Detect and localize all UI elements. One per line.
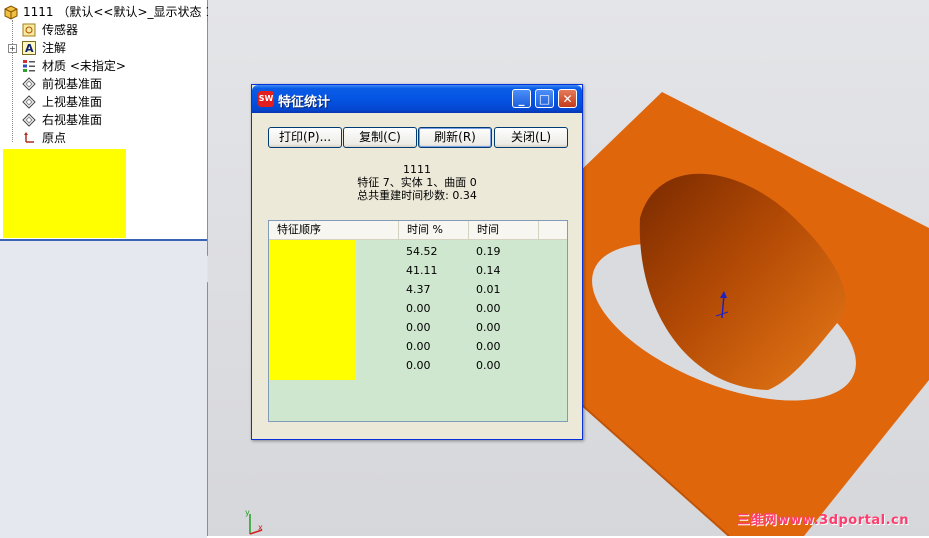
time-cell: 0.01 [476, 283, 501, 296]
svg-text:y: y [245, 508, 250, 517]
solidworks-logo-icon: SW [258, 91, 274, 107]
material-icon [22, 59, 36, 73]
maximize-icon: □ [538, 92, 551, 106]
time-percent-cell: 0.00 [406, 340, 431, 353]
close-button[interactable]: 关闭(L) [494, 127, 568, 148]
time-cell: 0.00 [476, 359, 501, 372]
maximize-button[interactable]: □ [535, 89, 554, 108]
time-cell: 0.00 [476, 302, 501, 315]
time-percent-cell: 0.00 [406, 321, 431, 334]
tree-item-label: 注解 [42, 41, 67, 55]
tree-root-label: 1111 （默认<<默认>_显示状态 1>） [23, 5, 236, 19]
annotations-expand-toggle[interactable]: + [8, 44, 17, 53]
tree-item-label: 右视基准面 [42, 113, 103, 127]
column-header-time[interactable]: 时间 [469, 221, 539, 239]
site-watermark: 三维网www.3dportal.cn [736, 513, 909, 528]
list-header: 特征顺序 时间 % 时间 [269, 221, 567, 240]
time-cell: 0.00 [476, 321, 501, 334]
annotation-icon: A [22, 41, 36, 55]
time-percent-cell: 0.00 [406, 359, 431, 372]
time-percent-cell: 0.00 [406, 302, 431, 315]
time-percent-cell: 4.37 [406, 283, 431, 296]
svg-text:A: A [25, 42, 34, 55]
view-triad-icon: x y [245, 508, 263, 535]
plane-icon [22, 95, 36, 109]
tree-item-label: 原点 [42, 131, 67, 145]
tree-connector-line [12, 20, 13, 142]
close-window-button[interactable]: ✕ [558, 89, 577, 108]
plane-icon [22, 113, 36, 127]
summary-text: 特征 7、实体 1、曲面 0 [357, 176, 477, 189]
time-percent-cell: 41.11 [406, 264, 438, 277]
part-name-text: 1111 [403, 163, 431, 176]
sensor-icon [22, 23, 36, 37]
time-cell: 0.14 [476, 264, 501, 277]
time-cell: 0.19 [476, 245, 501, 258]
tree-item-label: 材质 <未指定> [42, 59, 126, 73]
print-button[interactable]: 打印(P)... [268, 127, 342, 148]
part-icon [3, 5, 18, 20]
feature-tree-panel: 1111 （默认<<默认>_显示状态 1>） 传感器 + A 注解 材质 <未指… [0, 0, 235, 538]
tree-item-label: 传感器 [42, 23, 79, 37]
rebuild-time-text: 总共重建时间秒数: 0.34 [357, 189, 477, 202]
minimize-icon: _ [518, 92, 525, 106]
redacted-feature-list-area [3, 149, 126, 238]
plane-icon [22, 77, 36, 91]
column-header-time-percent[interactable]: 时间 % [399, 221, 469, 239]
refresh-button[interactable]: 刷新(R) [418, 127, 492, 148]
redacted-feature-names [269, 240, 356, 380]
column-header-feature-order[interactable]: 特征顺序 [269, 221, 399, 239]
origin-icon [22, 131, 36, 145]
tree-lower-pane [0, 239, 207, 538]
feature-statistics-dialog: SW 特征统计 _ □ ✕ 打印(P)... 复制(C) 刷新(R) 关闭(L)… [251, 84, 583, 440]
dialog-title: 特征统计 [278, 95, 331, 110]
time-percent-cell: 54.52 [406, 245, 438, 258]
dialog-title-bar[interactable]: SW 特征统计 _ □ ✕ [252, 85, 582, 113]
svg-text:x: x [258, 523, 263, 532]
copy-button[interactable]: 复制(C) [343, 127, 417, 148]
minimize-button[interactable]: _ [512, 89, 531, 108]
time-cell: 0.00 [476, 340, 501, 353]
feature-statistics-list[interactable]: 特征顺序 时间 % 时间 54.52 0.19 41.11 0.14 4.37 … [268, 220, 568, 422]
tree-item-label: 前视基准面 [42, 77, 103, 91]
tree-item-label: 上视基准面 [42, 95, 103, 109]
close-icon: ✕ [562, 92, 573, 106]
